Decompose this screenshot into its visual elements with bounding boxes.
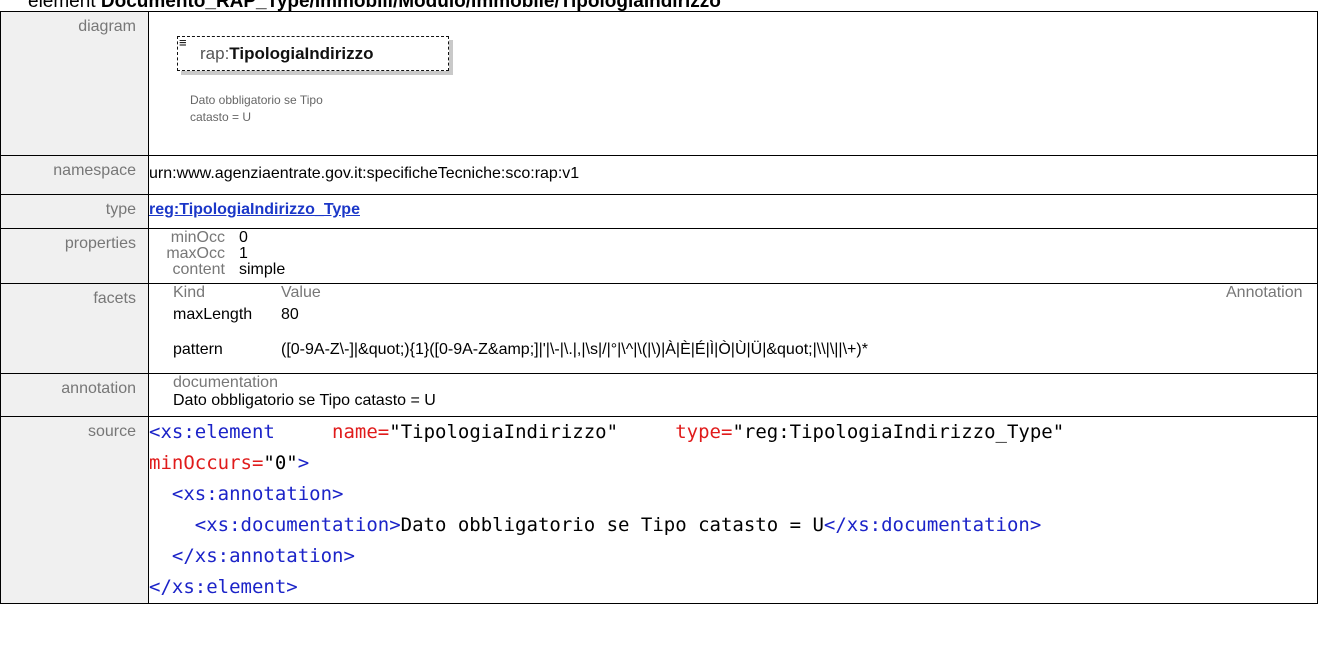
annotation-icon: ≡	[179, 35, 187, 50]
code-attr: type=	[675, 421, 733, 443]
code-attr: name=	[332, 421, 390, 443]
diagram-note: Dato obbligatorio se Tipo catasto = U	[190, 93, 323, 124]
code-value: "reg:TipologiaIndirizzo_Type"	[732, 421, 1065, 443]
code-attr: minOccurs=	[149, 452, 264, 474]
property-value: simple	[239, 261, 286, 278]
label-type: type	[0, 194, 149, 229]
facets-table: Kind Value Annotation maxLength 80 patte…	[149, 284, 1317, 372]
property-key: maxOcc	[166, 245, 225, 262]
facet-kind: pattern	[173, 341, 223, 358]
diagram-element-box[interactable]: ≡ rap:TipologiaIndirizzo	[177, 36, 449, 76]
facets-header-value: Value	[281, 284, 321, 301]
diagram-local-name: TipologiaIndirizzo	[229, 44, 374, 63]
code-line: </xs:annotation>	[149, 541, 1317, 572]
property-row: minOcc 0	[159, 230, 1317, 246]
row-namespace: namespace urn:www.agenziaentrate.gov.it:…	[0, 155, 1318, 195]
diagram-element[interactable]: ≡ rap:TipologiaIndirizzo	[177, 36, 449, 71]
diagram-cell	[148, 11, 1318, 156]
row-properties: properties minOcc 0 maxOcc 1 content simple	[0, 228, 1318, 284]
code-value: "0"	[263, 452, 298, 474]
label-properties: properties	[0, 228, 149, 284]
diagram-prefix: rap:	[200, 44, 230, 63]
annotation-head: documentation	[173, 374, 278, 391]
property-key: minOcc	[170, 229, 225, 246]
code-text: Dato obbligatorio se Tipo catasto = U	[400, 514, 824, 536]
code-line: </xs:element>	[149, 572, 1317, 603]
diagram-element-name: rap:TipologiaIndirizzo	[200, 44, 373, 64]
label-facets: facets	[0, 283, 149, 374]
source-code: <xs:element name="TipologiaIndirizzo" ty…	[148, 416, 1318, 604]
code-tag: </xs:annotation>	[171, 545, 355, 567]
row-type: type reg:TipologiaIndirizzo_Type	[0, 194, 1318, 229]
row-diagram: diagram	[0, 11, 1318, 156]
property-key: content	[172, 261, 225, 278]
code-tag: <xs:element	[149, 421, 275, 443]
row-source: source <xs:element name="TipologiaIndiri…	[0, 416, 1318, 604]
facets-header-annotation: Annotation	[1226, 284, 1303, 301]
row-facets: facets Kind Value Annotation maxLength 8…	[0, 283, 1318, 374]
code-tag: >	[297, 452, 310, 474]
property-value: 0	[239, 229, 248, 246]
row-annotation: annotation documentation Dato obbligator…	[0, 373, 1318, 417]
type-link[interactable]: reg:TipologiaIndirizzo_Type	[149, 195, 360, 219]
property-value: 1	[239, 245, 248, 262]
code-tag: <xs:documentation>	[194, 514, 401, 536]
label-diagram: diagram	[0, 11, 149, 156]
label-namespace: namespace	[0, 155, 149, 195]
facet-value: ([0-9A-Z\-]|&quot;){1}([0-9A-Z&amp;]|'|\…	[281, 341, 868, 358]
facet-value: 80	[281, 306, 299, 323]
code-line: <xs:annotation>	[149, 479, 1317, 510]
code-tag: </xs:documentation>	[823, 514, 1042, 536]
code-tag: <xs:annotation>	[171, 483, 344, 505]
code-line: <xs:element name="TipologiaIndirizzo" ty…	[149, 417, 1317, 448]
code-line: <xs:documentation>Dato obbligatorio se T…	[149, 510, 1317, 541]
code-value: "TipologiaIndirizzo"	[389, 421, 619, 443]
property-row: maxOcc 1	[159, 246, 1317, 262]
annotation-text: Dato obbligatorio se Tipo catasto = U	[173, 392, 436, 409]
facets-header-kind: Kind	[173, 284, 206, 301]
code-line: minOccurs="0">	[149, 448, 1317, 479]
property-row: content simple	[159, 262, 1317, 278]
facet-kind: maxLength	[173, 306, 253, 323]
namespace-value: urn:www.agenziaentrate.gov.it:specifiche…	[149, 165, 580, 182]
properties-list: minOcc 0 maxOcc 1 content simple	[159, 229, 1317, 278]
code-tag: </xs:element>	[149, 576, 298, 598]
label-annotation: annotation	[0, 373, 149, 417]
label-source: source	[0, 416, 149, 604]
